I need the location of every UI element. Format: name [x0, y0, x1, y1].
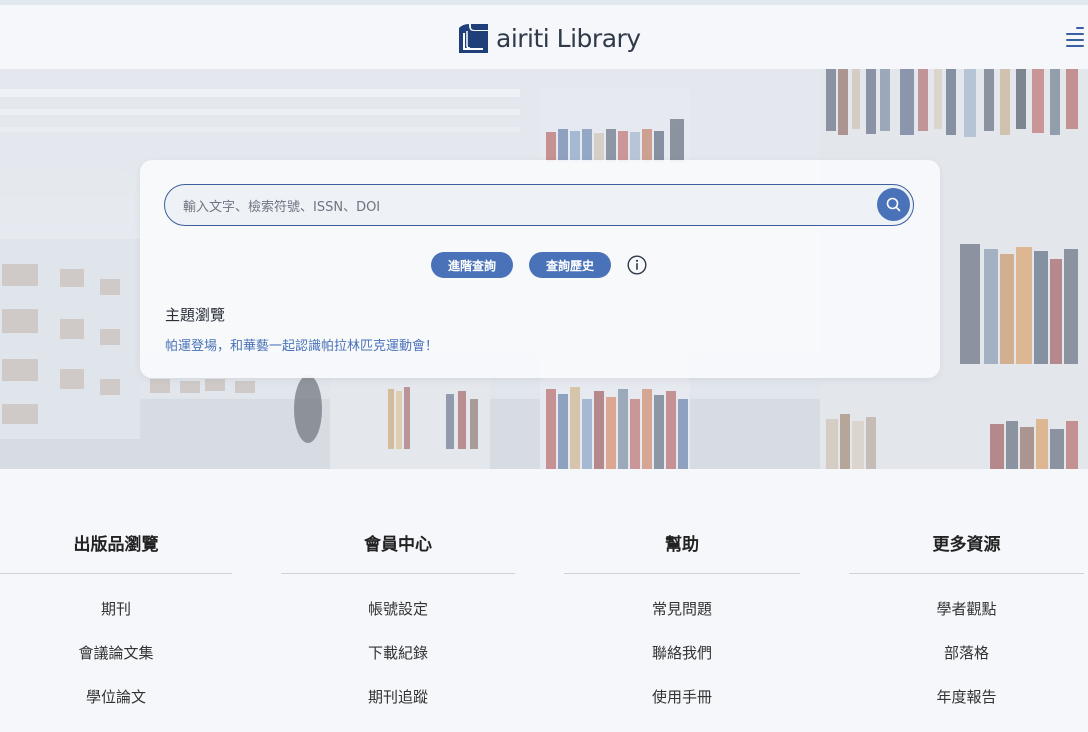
brand-logo[interactable]: airiti Library — [457, 21, 641, 55]
footer-column-title: 會員中心 — [364, 535, 432, 555]
topic-browse-title: 主題瀏覽 — [165, 306, 226, 324]
footer-column-resources: 更多資源 學者觀點 部落格 年度報告 — [849, 528, 1084, 719]
book-logo-icon — [459, 23, 488, 53]
footer-column-title: 出版品瀏覽 — [73, 535, 159, 555]
footer-link-theses[interactable]: 學位論文 — [0, 675, 232, 719]
search-icon — [886, 197, 901, 212]
search-history-button[interactable]: 查詢歷史 — [529, 252, 611, 278]
advanced-search-button[interactable]: 進階查詢 — [431, 252, 513, 278]
hamburger-menu-icon[interactable] — [1066, 27, 1084, 49]
search-button[interactable] — [877, 188, 910, 221]
divider — [281, 573, 515, 574]
footer-column-publications: 出版品瀏覽 期刊 會議論文集 學位論文 — [0, 528, 232, 719]
footer-column-member: 會員中心 帳號設定 下載紀錄 期刊追蹤 — [281, 528, 515, 719]
footer-link-blog[interactable]: 部落格 — [849, 631, 1084, 675]
footer-link-manual[interactable]: 使用手冊 — [564, 675, 800, 719]
footer-link-proceedings[interactable]: 會議論文集 — [0, 631, 232, 675]
header: airiti Library — [0, 5, 1088, 70]
footer-link-account-settings[interactable]: 帳號設定 — [281, 587, 515, 631]
footer-link-annual-report[interactable]: 年度報告 — [849, 675, 1084, 719]
divider — [849, 573, 1084, 574]
footer-link-journal-tracking[interactable]: 期刊追蹤 — [281, 675, 515, 719]
search-panel: 進階查詢 查詢歷史 主題瀏覽 帕運登場，和華藝一起認識帕拉林匹克運動會！ — [140, 160, 940, 378]
footer-column-title: 幫助 — [665, 535, 699, 555]
divider — [0, 573, 232, 574]
footer-column-title: 更多資源 — [932, 535, 1001, 555]
search-input[interactable] — [181, 195, 865, 219]
footer-link-faq[interactable]: 常見問題 — [564, 587, 800, 631]
divider — [564, 573, 800, 574]
footer-link-scholar-views[interactable]: 學者觀點 — [849, 587, 1084, 631]
brand-name: airiti Library — [496, 23, 641, 53]
info-icon[interactable] — [627, 255, 647, 275]
search-box — [164, 184, 914, 226]
footer-column-help: 幫助 常見問題 聯絡我們 使用手冊 — [564, 528, 800, 719]
topic-feature-link[interactable]: 帕運登場，和華藝一起認識帕拉林匹克運動會！ — [165, 335, 438, 354]
footer-link-contact[interactable]: 聯絡我們 — [564, 631, 800, 675]
footer-link-downloads[interactable]: 下載紀錄 — [281, 631, 515, 675]
footer-link-journals[interactable]: 期刊 — [0, 587, 232, 631]
